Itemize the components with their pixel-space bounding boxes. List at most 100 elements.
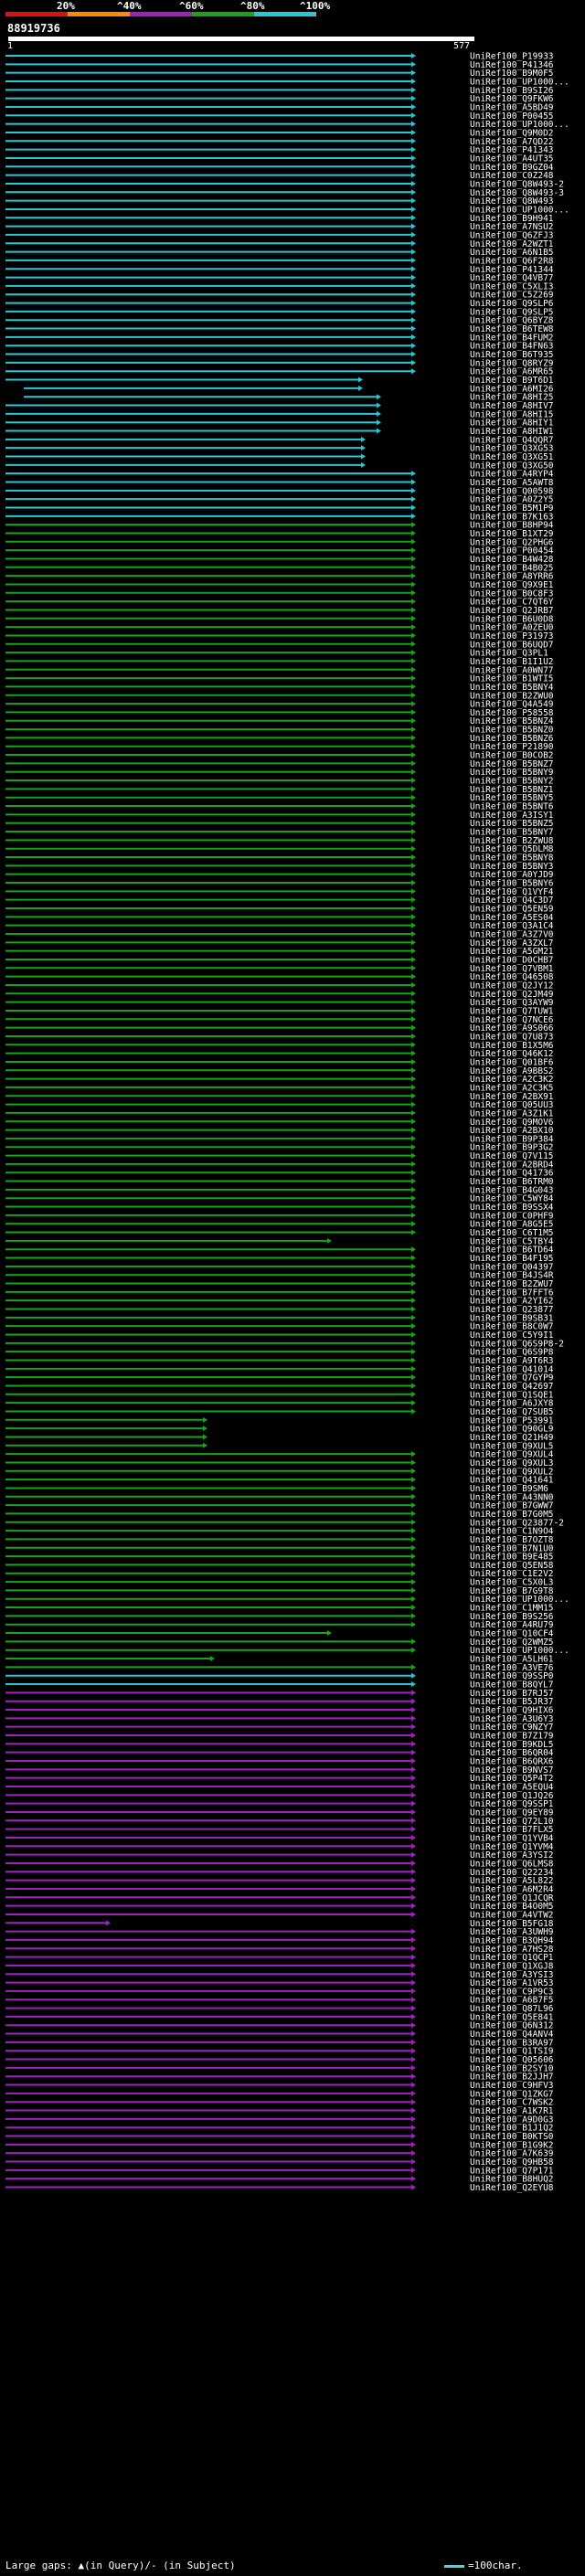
alignment-end-arrow <box>411 95 416 101</box>
alignment-end-arrow <box>411 1570 416 1576</box>
alignment-end-arrow <box>411 1101 416 1108</box>
alignment-end-arrow <box>411 1579 416 1585</box>
alignment-end-arrow <box>411 215 416 221</box>
alignment-end-arrow <box>411 1323 416 1330</box>
alignment-end-arrow <box>411 1161 416 1167</box>
alignment-end-arrow <box>411 1733 416 1739</box>
alignment-end-arrow <box>411 641 416 647</box>
alignment-end-arrow <box>411 1723 416 1730</box>
alignment-end-arrow <box>411 1954 416 1960</box>
alignment-end-arrow <box>411 1246 416 1253</box>
alignment-end-arrow <box>411 154 416 161</box>
alignment-end-arrow <box>377 402 381 408</box>
alignment-end-arrow <box>411 1562 416 1568</box>
alignment-end-arrow <box>411 1826 416 1832</box>
alignment-end-arrow <box>411 1109 416 1116</box>
alignment-end-arrow <box>411 1033 416 1039</box>
alignment-end-arrow <box>411 650 416 656</box>
alignment-end-arrow <box>411 948 416 954</box>
alignment-end-arrow <box>411 325 416 332</box>
alignment-end-arrow <box>411 538 416 545</box>
alignment-end-arrow <box>411 1459 416 1466</box>
alignment-end-arrow <box>411 274 416 281</box>
alignment-end-arrow <box>411 547 416 554</box>
alignment-end-arrow <box>358 385 363 391</box>
alignment-end-arrow <box>361 453 366 460</box>
alignment-end-arrow <box>411 69 416 76</box>
alignment-end-arrow <box>411 2013 416 2019</box>
alignment-end-arrow <box>411 1272 416 1278</box>
alignment-end-arrow <box>411 282 416 289</box>
alignment-end-arrow <box>411 871 416 877</box>
alignment-end-arrow <box>411 334 416 340</box>
alignment-end-arrow <box>411 829 416 835</box>
alignment-end-arrow <box>411 180 416 186</box>
alignment-end-arrow <box>411 1255 416 1261</box>
alignment-end-arrow <box>411 1792 416 1798</box>
query-ruler <box>8 37 474 41</box>
alignment-end-arrow <box>411 1221 416 1227</box>
alignment-end-arrow <box>411 981 416 988</box>
legend-label-100: ^100% <box>300 0 331 12</box>
alignment-end-arrow <box>411 1468 416 1474</box>
alignment-end-arrow <box>411 1502 416 1509</box>
alignment-end-arrow <box>411 1374 416 1381</box>
alignment-end-arrow <box>411 837 416 843</box>
alignment-end-arrow <box>411 778 416 784</box>
alignment-end-arrow <box>411 2167 416 2173</box>
alignment-end-arrow <box>411 53 416 58</box>
alignment-end-arrow <box>203 1416 207 1423</box>
alignment-end-arrow <box>411 2125 416 2131</box>
alignment-end-arrow <box>411 1681 416 1688</box>
alignment-end-arrow <box>411 292 416 298</box>
alignment-end-arrow <box>411 103 416 110</box>
alignment-end-arrow <box>411 1843 416 1850</box>
alignment-end-arrow <box>411 343 416 349</box>
hit-label: UniRef100_Q2EYU8 <box>470 2183 554 2193</box>
alignment-end-arrow <box>411 2039 416 2045</box>
alignment-end-arrow <box>411 607 416 613</box>
alignment-end-arrow <box>411 803 416 810</box>
alignment-end-arrow <box>411 249 416 255</box>
ruler-start-label: 1 <box>7 41 14 51</box>
alignment-end-arrow <box>411 1758 416 1764</box>
alignment-end-arrow <box>411 1170 416 1176</box>
alignment-end-arrow <box>411 1391 416 1397</box>
alignment-end-arrow <box>411 1229 416 1235</box>
alignment-end-arrow <box>327 1237 332 1244</box>
alignment-end-arrow <box>411 1877 416 1883</box>
alignment-end-arrow <box>411 1331 416 1338</box>
alignment-end-arrow <box>411 2064 416 2071</box>
alignment-end-arrow <box>411 845 416 852</box>
alignment-end-arrow <box>411 684 416 690</box>
alignment-end-arrow <box>411 1834 416 1840</box>
alignment-end-arrow <box>411 1595 416 1602</box>
alignment-end-arrow <box>411 78 416 84</box>
legend-label-60: ^60% <box>179 0 204 12</box>
alignment-end-arrow <box>411 317 416 323</box>
alignment-end-arrow <box>411 1408 416 1415</box>
alignment-end-arrow <box>411 513 416 519</box>
alignment-end-arrow <box>361 436 366 442</box>
alignment-end-arrow <box>411 922 416 928</box>
alignment-end-arrow <box>411 1928 416 1935</box>
alignment-end-arrow <box>411 1536 416 1542</box>
alignment-end-arrow <box>411 854 416 861</box>
alignment-end-arrow <box>411 1093 416 1099</box>
alignment-end-arrow <box>411 735 416 741</box>
alignment-end-arrow <box>411 726 416 733</box>
alignment-end-arrow <box>411 2056 416 2062</box>
alignment-end-arrow <box>411 1340 416 1346</box>
alignment-end-arrow <box>411 1212 416 1218</box>
alignment-end-arrow <box>411 1144 416 1150</box>
alignment-end-arrow <box>411 573 416 579</box>
alignment-end-arrow <box>411 2115 416 2122</box>
alignment-end-arrow <box>411 1493 416 1500</box>
alignment-end-arrow <box>411 1152 416 1159</box>
alignment-end-arrow <box>411 1903 416 1909</box>
alignment-end-arrow <box>411 1988 416 1994</box>
alignment-end-arrow <box>411 599 416 605</box>
alignment-end-arrow <box>411 709 416 716</box>
alignment-end-arrow <box>411 1672 416 1679</box>
legend-bar-orange <box>68 12 130 16</box>
